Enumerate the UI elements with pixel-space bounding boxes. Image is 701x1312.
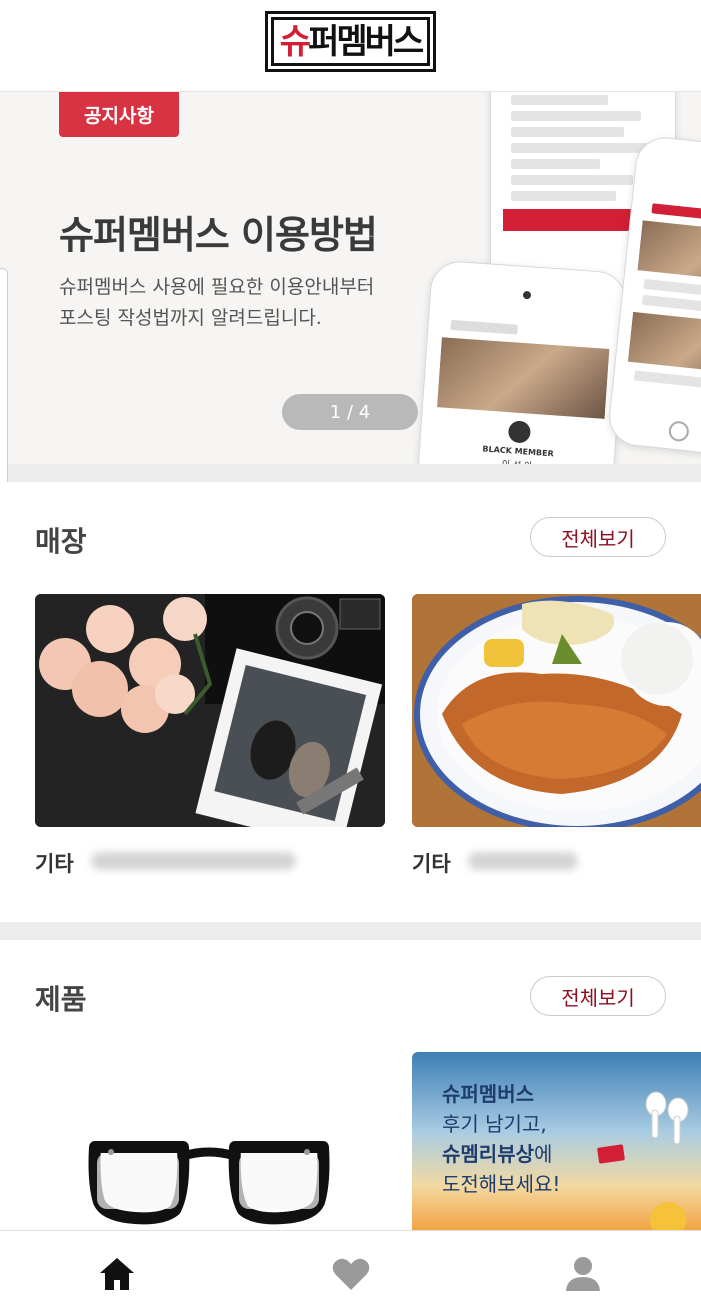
promo-line-3-rest: 에 [534,1142,553,1166]
logo-accent: 슈 [279,21,311,62]
banner-title: 슈퍼멤버스 이용방법 [59,213,378,257]
notice-banner[interactable]: 공지사항 슈퍼멤버스 이용방법 슈퍼멤버스 사용에 필요한 이용안내부터 포스팅… [0,92,701,464]
banner-pager: 1 / 4 [282,394,418,430]
stores-title: 매장 [35,525,87,558]
store-card[interactable]: 기타 [35,594,385,884]
glasses-icon [88,1141,330,1225]
promo-line-4: 도전해보세요! [442,1172,561,1196]
product-card[interactable]: 슈퍼멤버스 후기 남기고, 슈멤리뷰상에 도전해보세요! [412,1052,701,1230]
bottom-navigation [0,1230,701,1312]
app-header: 슈 퍼멤버스 [0,0,701,92]
products-view-all-button[interactable]: 전체보기 [530,976,666,1016]
person-icon [566,1257,600,1291]
store-category: 기타 [35,852,74,876]
notice-tag: 공지사항 [59,92,179,137]
store-name-blurred [91,852,296,870]
stores-view-all-button[interactable]: 전체보기 [530,517,666,557]
product-card[interactable] [35,1052,385,1230]
gift-card-icon [597,1144,625,1164]
product-thumbnail-glasses [35,1052,385,1230]
promo-line-2: 후기 남기고, [442,1112,547,1136]
logo-rest: 퍼멤버스 [308,21,424,62]
banner-description: 슈퍼멤버스 사용에 필요한 이용안내부터 포스팅 작성법까지 알려드립니다. [59,272,439,334]
nav-favorites[interactable] [326,1249,376,1299]
banner-desc-line-1: 슈퍼멤버스 사용에 필요한 이용안내부터 [59,276,375,298]
store-card[interactable]: 기타 [412,594,701,884]
sun-icon [650,1202,686,1230]
app-logo[interactable]: 슈 퍼멤버스 [265,11,436,72]
heart-icon [332,1258,370,1290]
store-thumbnail [412,594,701,827]
stores-section: 매장 전체보기 기타 기타 [0,482,701,922]
store-category: 기타 [412,852,451,876]
promo-line-3: 슈멤리뷰상에 [442,1138,552,1167]
promo-line-3-bold: 슈멤리뷰상 [442,1142,534,1166]
banner-desc-line-2: 포스팅 작성법까지 알려드립니다. [59,307,322,329]
products-title: 제품 [35,983,87,1016]
nav-home[interactable] [92,1249,142,1299]
store-thumbnail [35,594,385,827]
store-name-blurred [468,852,578,870]
products-section: 제품 전체보기 슈퍼멤버스 후기 남기고, 슈멤리뷰상에 도전해보세요! [0,940,701,1230]
home-icon [100,1258,134,1290]
product-thumbnail-promo: 슈퍼멤버스 후기 남기고, 슈멤리뷰상에 도전해보세요! [412,1052,701,1230]
phone-mockup-bottom: BLACK MEMBER 이 선 아 [416,259,628,464]
nav-profile[interactable] [558,1249,608,1299]
promo-line-1: 슈퍼멤버스 [442,1082,534,1106]
earbuds-icon [645,1091,689,1145]
